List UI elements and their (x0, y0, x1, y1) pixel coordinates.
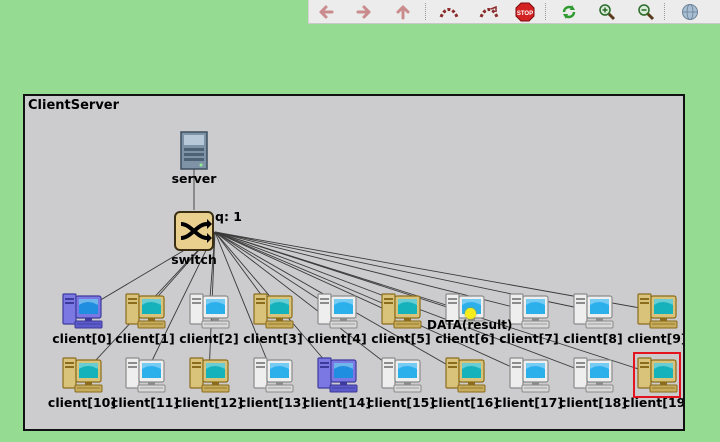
run-button[interactable] (439, 2, 459, 21)
toolbar-separator (425, 3, 426, 20)
computer-icon (633, 352, 681, 398)
zoom-out-icon (638, 3, 655, 20)
computer-icon (381, 357, 422, 393)
computer-icon (573, 293, 614, 329)
forward-button[interactable] (354, 2, 374, 21)
arrow-left-icon (319, 5, 334, 18)
message-label: DATA(result) (427, 318, 513, 332)
stop-icon: STOP (515, 2, 535, 21)
globe-button[interactable] (680, 2, 700, 21)
svg-text:STOP: STOP (517, 11, 533, 17)
computer-icon (317, 357, 358, 393)
up-button[interactable] (393, 2, 413, 21)
computer-icon (189, 293, 230, 329)
computer-icon (445, 357, 486, 393)
computer-icon (381, 293, 422, 329)
switch-label: switch (171, 252, 217, 267)
server-node[interactable]: server (154, 131, 234, 186)
globe-icon (682, 3, 698, 20)
computer-icon (253, 293, 294, 329)
computer-icon (189, 357, 230, 393)
server-label: server (171, 171, 217, 186)
zoom-out-button[interactable] (636, 2, 656, 21)
computer-icon (62, 357, 103, 393)
client-node[interactable]: client[9] (617, 291, 685, 346)
client-node[interactable]: client[19] (617, 352, 685, 410)
computer-icon (509, 357, 550, 393)
zoom-in-button[interactable] (597, 2, 617, 21)
refresh-icon (562, 4, 576, 19)
arrow-up-icon (396, 5, 410, 19)
computer-icon (573, 357, 614, 393)
switch-icon (174, 211, 214, 251)
fast-run-icon (479, 5, 499, 18)
computer-icon (253, 357, 294, 393)
server-icon (180, 131, 208, 170)
stop-button[interactable]: STOP (515, 2, 535, 21)
computer-icon (62, 293, 103, 329)
run-icon (439, 7, 459, 18)
computer-icon (317, 293, 358, 329)
client-label: client[9] (627, 331, 685, 346)
zoom-in-icon (599, 3, 616, 20)
arrow-right-icon (356, 5, 371, 18)
toolbar: STOP (308, 0, 720, 24)
refresh-button[interactable] (559, 2, 579, 21)
back-button[interactable] (316, 2, 336, 21)
queue-length-label: q: 1 (215, 209, 242, 224)
computer-icon (125, 293, 166, 329)
computer-icon (637, 293, 678, 329)
toolbar-separator (545, 3, 546, 20)
toolbar-separator (664, 3, 665, 20)
fast-button[interactable] (479, 2, 499, 21)
computer-icon (125, 357, 166, 393)
computer-icon (509, 293, 550, 329)
client-label: client[19] (622, 395, 685, 410)
network-canvas[interactable]: ClientServer server switch q: 1 client[0… (23, 94, 685, 431)
